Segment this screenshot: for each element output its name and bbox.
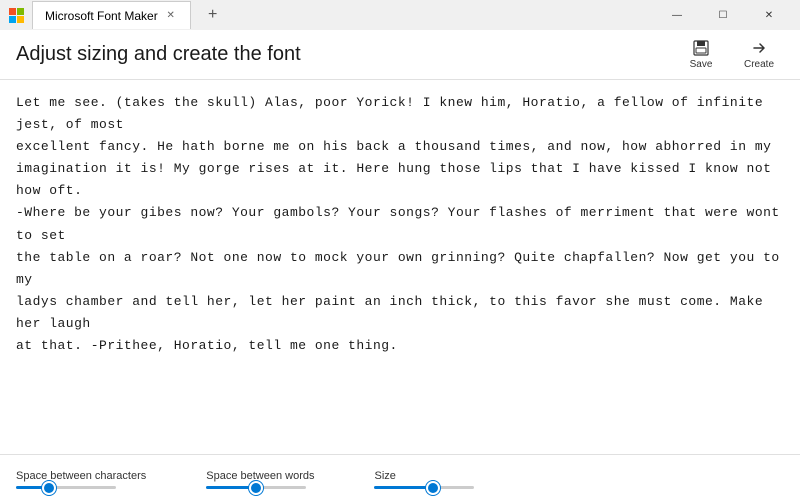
create-button[interactable]: Create [734, 33, 784, 77]
main-content: Let me see. (takes the skull) Alas, poor… [0, 80, 800, 454]
handwritten-text: Let me see. (takes the skull) Alas, poor… [16, 92, 784, 357]
title-bar: Microsoft Font Maker ✕ + — ☐ ✕ [0, 0, 800, 30]
page-title: Adjust sizing and create the font [16, 43, 676, 66]
size-slider[interactable] [374, 486, 474, 489]
size-slider-container [374, 486, 474, 489]
maximize-button[interactable]: ☐ [700, 0, 746, 30]
header-actions: Save Create [676, 33, 784, 77]
tab-label: Microsoft Font Maker [45, 9, 158, 23]
create-icon [750, 39, 768, 57]
size-group: Size [374, 470, 474, 489]
tab-close-button[interactable]: ✕ [164, 9, 178, 23]
bottom-controls: Space between characters Space between w… [0, 454, 800, 504]
space-words-slider-container [206, 486, 306, 489]
app-header: Adjust sizing and create the font Save C… [0, 30, 800, 80]
minimize-button[interactable]: — [654, 0, 700, 30]
space-words-slider[interactable] [206, 486, 306, 489]
space-words-group: Space between words [206, 470, 314, 489]
space-chars-group: Space between characters [16, 470, 146, 489]
save-icon [692, 39, 710, 57]
window-controls: — ☐ ✕ [654, 0, 792, 30]
app-tab[interactable]: Microsoft Font Maker ✕ [32, 1, 191, 29]
app-icon [8, 7, 24, 23]
save-button[interactable]: Save [676, 33, 726, 77]
save-label: Save [690, 59, 713, 70]
close-button[interactable]: ✕ [746, 0, 792, 30]
space-chars-slider-container [16, 486, 116, 489]
space-chars-slider[interactable] [16, 486, 116, 489]
new-tab-button[interactable]: + [199, 1, 227, 29]
create-label: Create [744, 59, 774, 70]
